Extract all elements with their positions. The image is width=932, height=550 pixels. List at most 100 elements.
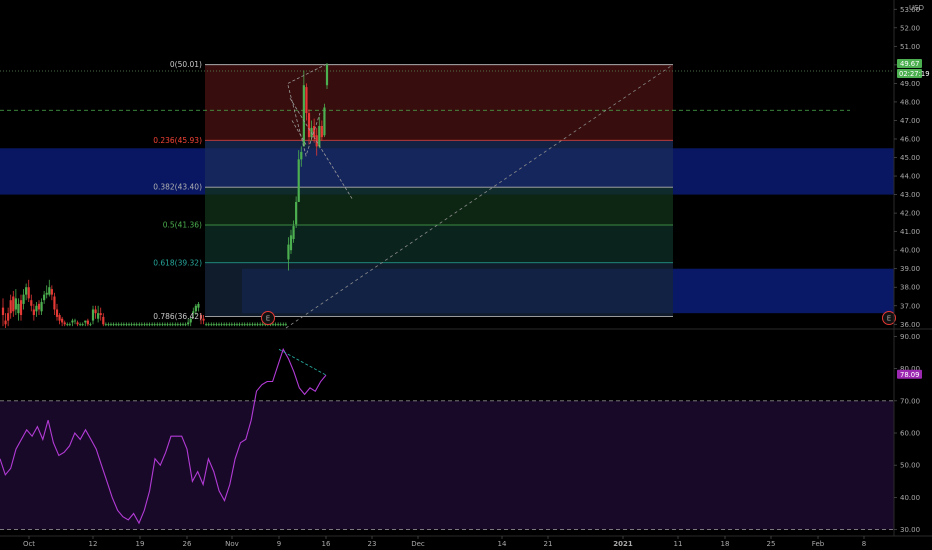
fib-level-label: 0(50.01) [170, 60, 202, 69]
candle-body [1, 307, 5, 316]
candle-body [50, 289, 53, 295]
candle-body [284, 324, 287, 326]
candle-body [292, 226, 295, 240]
price-tick-label: 46.00 [900, 135, 920, 143]
candle-body [248, 324, 251, 326]
time-tick-label: 25 [767, 540, 776, 548]
fib-level-label: 0.786(36.42) [153, 312, 202, 321]
candle-body [99, 313, 102, 316]
time-tick-label: Oct [23, 540, 35, 548]
candle-body [127, 324, 131, 326]
candle-body [140, 324, 143, 326]
candle-body [318, 126, 321, 147]
candle-body [84, 320, 87, 323]
rsi-band-fill [0, 400, 894, 530]
price-tick-label: 37.00 [900, 302, 920, 310]
candle-body [112, 324, 115, 326]
candle-body [104, 324, 107, 326]
price-tick-label: 42.00 [900, 210, 920, 218]
candle-body [43, 294, 46, 301]
rsi-divergence-line [278, 348, 327, 376]
candle-body [89, 324, 92, 326]
time-tick-label: 9 [277, 540, 281, 548]
candle-body [148, 324, 151, 326]
candle-body [171, 324, 174, 326]
fib-level-label: 0.5(41.36) [163, 220, 202, 229]
candle-body [25, 287, 28, 295]
candle-body [235, 324, 239, 326]
candle-body [282, 324, 285, 326]
candle-body [287, 244, 290, 260]
time-tick-label: 18 [721, 540, 730, 548]
candle-body [243, 324, 246, 326]
candle-body [133, 324, 136, 326]
candle-body [238, 324, 241, 326]
candle-body [207, 324, 210, 326]
earnings-label: E [266, 315, 270, 323]
candle-body [233, 324, 236, 326]
candle-body [302, 85, 305, 147]
candle-body [91, 309, 95, 321]
candle-body [117, 324, 120, 326]
candle-body [320, 126, 323, 138]
candle-body [32, 309, 35, 316]
price-tick-label: 39.00 [900, 265, 920, 273]
candle-body [228, 324, 231, 326]
time-tick-label: 2021 [613, 540, 633, 548]
price-tick-label: 47.00 [900, 117, 920, 125]
fib-band [205, 64, 673, 141]
price-tick-label: 38.00 [900, 284, 920, 292]
candle-body [259, 324, 262, 326]
fib-band [205, 262, 673, 317]
candle-body [17, 303, 20, 314]
candle-body [230, 324, 233, 326]
candle-body [202, 318, 205, 321]
candle-body [220, 324, 223, 326]
time-tick-label: Feb [812, 540, 825, 548]
price-tick-label: 52.00 [900, 24, 920, 32]
time-tick-label: 11 [674, 540, 683, 548]
candle-body [37, 303, 41, 310]
candle-body [323, 107, 326, 136]
candle-body [305, 87, 308, 114]
candle-body [151, 324, 154, 326]
candle-body [58, 315, 61, 321]
candle-body [161, 324, 164, 326]
candle-body [138, 324, 141, 326]
candle-body [194, 305, 197, 312]
candle-body [97, 313, 100, 319]
rsi-tick-label: 30.00 [900, 526, 920, 534]
candle-body [66, 324, 69, 326]
time-tick-label: 14 [498, 540, 507, 548]
candle-body [225, 324, 228, 326]
price-tick-label: 43.00 [900, 191, 920, 199]
candle-body [73, 320, 77, 322]
time-tick-label: Dec [411, 540, 425, 548]
price-tick-label: 45.00 [900, 154, 920, 162]
candle-body [12, 296, 15, 312]
candle-body [143, 324, 146, 326]
last-price-value: 49.67 [900, 60, 919, 68]
candle-body [184, 324, 187, 326]
time-tick-label: 23 [368, 540, 377, 548]
countdown-value: 02:27:19 [899, 70, 930, 78]
candle-body [86, 320, 89, 325]
candle-body [215, 324, 218, 326]
candle-body [130, 324, 133, 326]
candle-body [102, 316, 105, 325]
candle-body [163, 324, 167, 326]
time-tick-label: 12 [89, 540, 98, 548]
candle-body [27, 287, 30, 299]
candle-body [217, 324, 221, 326]
candle-body [71, 320, 74, 323]
candle-body [81, 324, 84, 326]
fib-level-label: 0.236(45.93) [153, 136, 202, 145]
candle-body [122, 324, 125, 326]
chart: 0(50.01) 0.236(45.93) 0.382(43.40) 0.5(41.3… [0, 0, 932, 548]
rsi-tick-label: 40.00 [900, 494, 920, 502]
candle-body [176, 324, 179, 326]
candle-body [166, 324, 169, 326]
time-tick-label: 19 [136, 540, 145, 548]
time-tick-label: 16 [322, 540, 331, 548]
fib-band [205, 140, 673, 188]
